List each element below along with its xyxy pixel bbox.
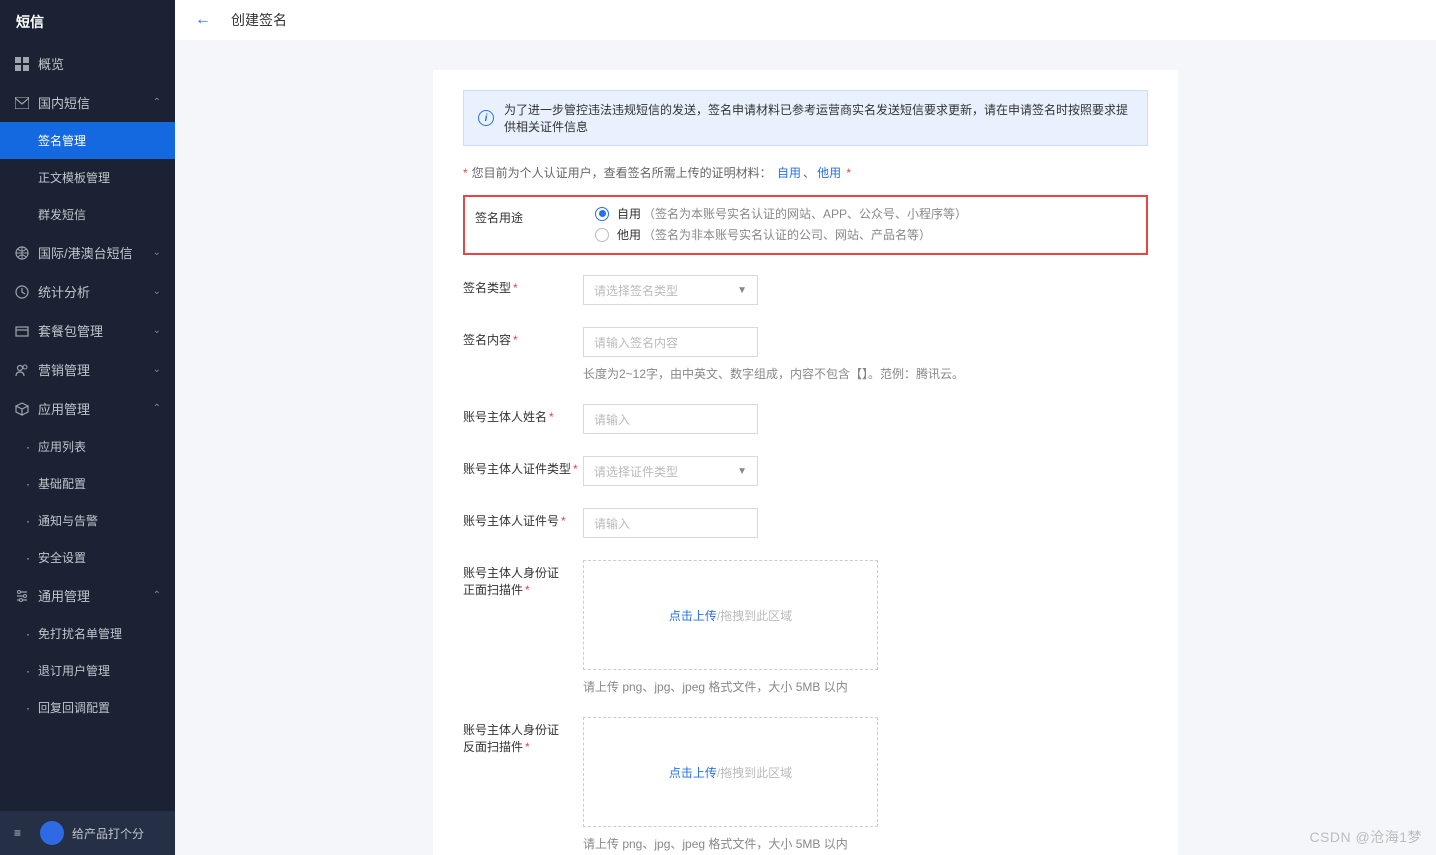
chevron-up-icon: ⌃ (153, 403, 161, 414)
footer-text: 给产品打个分 (72, 825, 144, 842)
label-sign-type: 签名类型* (463, 275, 583, 305)
help-sign-content: 长度为2~12字，由中英文、数字组成，内容不包含【】。范例：腾讯云。 (583, 365, 1148, 382)
chevron-down-icon: ⌄ (153, 247, 161, 258)
nav-app-list[interactable]: 应用列表 (0, 428, 175, 465)
package-icon (14, 323, 30, 339)
input-owner-name[interactable]: 请输入 (583, 404, 758, 434)
alert-text: 为了进一步管控违法违规短信的发送，签名申请材料已参考运营商实名发送短信要求更新，… (504, 101, 1133, 135)
radio-icon (595, 228, 609, 242)
nav-label: 应用管理 (38, 399, 153, 418)
nav-label: 统计分析 (38, 282, 153, 301)
label-id-front: 账号主体人身份证 正面扫描件* (463, 560, 583, 695)
label-owner-id-no: 账号主体人证件号* (463, 508, 583, 538)
globe-icon (14, 245, 30, 261)
label-usage: 签名用途 (475, 205, 595, 243)
select-owner-id-type[interactable]: 请选择证件类型 ▼ (583, 456, 758, 486)
nav-intl-sms[interactable]: 国际/港澳台短信 ⌄ (0, 233, 175, 272)
label-sign-content: 签名内容* (463, 327, 583, 382)
nav-bulk-sms[interactable]: 群发短信 (0, 196, 175, 233)
nav-label: 国际/港澳台短信 (38, 243, 153, 262)
help-id-back: 请上传 png、jpg、jpeg 格式文件，大小 5MB 以内 (583, 835, 1148, 852)
mail-icon (14, 95, 30, 111)
radio-other-use[interactable]: 他用 （签名为非本账号实名认证的公司、网站、产品名等） (595, 226, 1136, 243)
clock-icon (14, 284, 30, 300)
avatar-icon (40, 821, 64, 845)
nav-overview[interactable]: 概览 (0, 44, 175, 83)
nav-label: 通用管理 (38, 586, 153, 605)
help-id-front: 请上传 png、jpg、jpeg 格式文件，大小 5MB 以内 (583, 678, 1148, 695)
required-star: * (463, 166, 468, 180)
sliders-icon (14, 588, 30, 604)
topbar: ← 创建签名 (175, 0, 1436, 40)
form-card: i 为了进一步管控违法违规短信的发送，签名申请材料已参考运营商实名发送短信要求更… (433, 70, 1178, 855)
nav-marketing[interactable]: 营销管理 ⌄ (0, 350, 175, 389)
link-self-use[interactable]: 自用 (777, 166, 801, 180)
chevron-down-icon: ⌄ (153, 364, 161, 375)
chevron-up-icon: ⌃ (153, 97, 161, 108)
upload-id-front[interactable]: 点击上传/拖拽到此区域 (583, 560, 878, 670)
select-sign-type[interactable]: 请选择签名类型 ▼ (583, 275, 758, 305)
caret-down-icon: ▼ (737, 466, 747, 477)
users-icon (14, 362, 30, 378)
nav-basic-config[interactable]: 基础配置 (0, 465, 175, 502)
usage-highlight: 签名用途 自用 （签名为本账号实名认证的网站、APP、公众号、小程序等） 他用 … (463, 195, 1148, 255)
nav-security[interactable]: 安全设置 (0, 539, 175, 576)
back-button[interactable]: ← (195, 11, 211, 29)
main-content: ← 创建签名 i 为了进一步管控违法违规短信的发送，签名申请材料已参考运营商实名… (175, 0, 1436, 855)
caret-down-icon: ▼ (737, 285, 747, 296)
chevron-down-icon: ⌄ (153, 286, 161, 297)
nav-template-mgmt[interactable]: 正文模板管理 (0, 159, 175, 196)
chevron-down-icon: ⌄ (153, 325, 161, 336)
input-sign-content[interactable]: 请输入签名内容 (583, 327, 758, 357)
nav-label: 国内短信 (38, 93, 153, 112)
nav-label: 概览 (38, 54, 161, 73)
nav-general-mgmt[interactable]: 通用管理 ⌃ (0, 576, 175, 615)
nav-unsubscribe[interactable]: 退订用户管理 (0, 652, 175, 689)
sidebar-footer[interactable]: ≡ 给产品打个分 (0, 811, 175, 855)
sidebar-title: 短信 (0, 0, 175, 44)
collapse-icon[interactable]: ≡ (14, 826, 30, 840)
input-owner-id-no[interactable]: 请输入 (583, 508, 758, 538)
link-other-use[interactable]: 他用 (817, 166, 841, 180)
radio-self-use[interactable]: 自用 （签名为本账号实名认证的网站、APP、公众号、小程序等） (595, 205, 1136, 222)
watermark: CSDN @沧海1梦 (1309, 827, 1422, 847)
nav-app-mgmt[interactable]: 应用管理 ⌃ (0, 389, 175, 428)
nav-label: 营销管理 (38, 360, 153, 379)
label-owner-name: 账号主体人姓名* (463, 404, 583, 434)
nav-notify-alarm[interactable]: 通知与告警 (0, 502, 175, 539)
nav-dnd-list[interactable]: 免打扰名单管理 (0, 615, 175, 652)
nav-label: 套餐包管理 (38, 321, 153, 340)
nav-sign-mgmt[interactable]: 签名管理 (0, 122, 175, 159)
nav-domestic-sms[interactable]: 国内短信 ⌃ (0, 83, 175, 122)
label-id-back: 账号主体人身份证 反面扫描件* (463, 717, 583, 852)
radio-icon (595, 207, 609, 221)
nav-statistics[interactable]: 统计分析 ⌄ (0, 272, 175, 311)
nav-packages[interactable]: 套餐包管理 ⌄ (0, 311, 175, 350)
tip-line: *您目前为个人认证用户，查看签名所需上传的证明材料： 自用、他用 * (463, 164, 1148, 181)
nav-reply-callback[interactable]: 回复回调配置 (0, 689, 175, 726)
sidebar: 短信 概览 国内短信 ⌃ 签名管理 正文模板管理 群发短信 国际/港澳台短信 ⌄… (0, 0, 175, 855)
grid-icon (14, 56, 30, 72)
cube-icon (14, 401, 30, 417)
upload-id-back[interactable]: 点击上传/拖拽到此区域 (583, 717, 878, 827)
page-title: 创建签名 (231, 10, 287, 30)
info-alert: i 为了进一步管控违法违规短信的发送，签名申请材料已参考运营商实名发送短信要求更… (463, 90, 1148, 146)
info-icon: i (478, 110, 494, 126)
chevron-up-icon: ⌃ (153, 590, 161, 601)
label-owner-id-type: 账号主体人证件类型* (463, 456, 583, 486)
